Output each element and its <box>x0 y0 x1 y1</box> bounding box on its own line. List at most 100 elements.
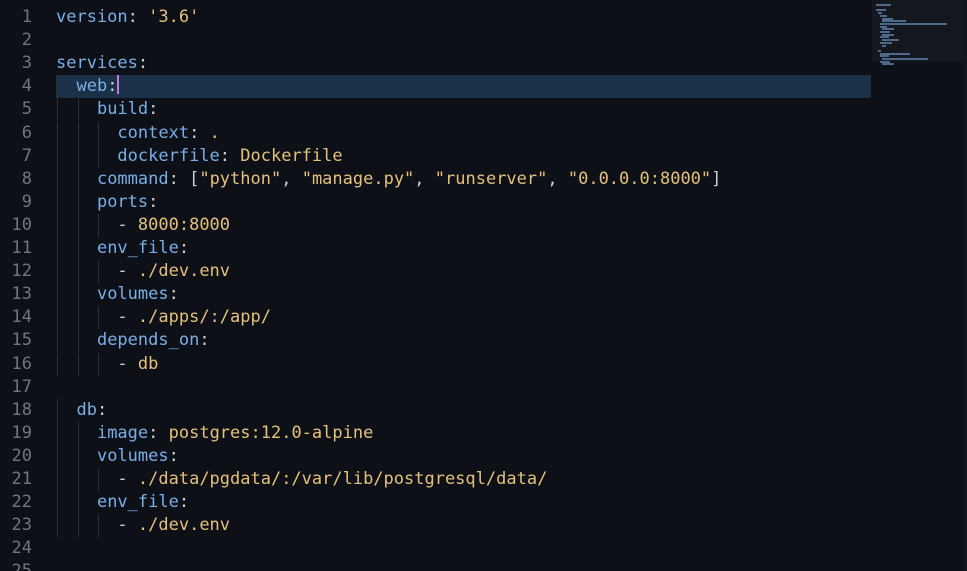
line-number: 9 <box>21 191 32 212</box>
code-line[interactable]: version: '3.6' <box>56 6 199 29</box>
code-line[interactable]: ports: <box>56 191 158 214</box>
indent-guide <box>98 121 99 145</box>
minimap-line <box>878 49 882 52</box>
line-number: 6 <box>21 122 32 143</box>
code-line[interactable]: - 8000:8000 <box>56 214 230 237</box>
indent-guide <box>57 75 58 99</box>
indent-guide <box>77 237 79 261</box>
code-line[interactable]: volumes: <box>56 283 179 306</box>
indent-guide <box>77 167 79 191</box>
line-number: 14 <box>11 307 32 328</box>
code-line[interactable]: - ./dev.env <box>56 514 230 537</box>
code-line[interactable]: env_file: <box>56 237 189 260</box>
code-editor[interactable]: 1234567891011121314151617181920212223242… <box>0 0 967 571</box>
yaml-value: "runserver" <box>434 168 548 189</box>
line-number: 25 <box>0 560 32 571</box>
line-number: 16 <box>11 353 32 374</box>
indent-guide <box>57 468 58 492</box>
code-line[interactable]: - ./data/pgdata/:/var/lib/postgresql/dat… <box>56 468 547 491</box>
minimap[interactable] <box>876 4 964 74</box>
yaml-value: 8000:8000 <box>137 214 231 235</box>
yaml-key: depends_on <box>96 330 200 351</box>
indent-guide <box>57 514 58 538</box>
line-number: 5 <box>21 99 32 120</box>
indent-guide <box>77 329 79 353</box>
indent-guide <box>57 190 58 214</box>
indent-guide <box>77 121 79 145</box>
indent-guide <box>57 444 58 468</box>
yaml-punctuation: - <box>117 515 138 536</box>
yaml-key: services <box>56 53 138 74</box>
yaml-value: . <box>209 122 220 143</box>
minimap-line <box>878 12 883 15</box>
line-number: 11 <box>11 238 32 258</box>
indent-guide <box>77 213 79 237</box>
yaml-punctuation: : <box>107 76 118 97</box>
yaml-punctuation: : [ <box>168 168 200 189</box>
yaml-punctuation: : <box>127 7 149 27</box>
yaml-punctuation: , <box>547 168 568 189</box>
minimap-line <box>882 28 895 31</box>
minimap-line <box>880 14 887 17</box>
yaml-key: volumes <box>96 445 169 466</box>
yaml-value: "0.0.0.0:8000" <box>567 168 712 189</box>
minimap-line <box>880 36 889 39</box>
indent-guide <box>77 283 79 307</box>
yaml-key: dockerfile <box>117 145 220 166</box>
yaml-punctuation: : <box>137 53 149 74</box>
indent-guide <box>77 260 79 284</box>
indent-guide <box>77 468 79 492</box>
yaml-punctuation: - <box>117 214 138 235</box>
indent-guide <box>57 398 58 422</box>
yaml-value: ./data/pgdata/:/var/lib/postgresql/data/ <box>137 469 548 489</box>
line-number-gutter: 1234567891011121314151617181920212223242… <box>0 0 42 571</box>
code-line[interactable]: command: ["python", "manage.py", "runser… <box>56 168 721 191</box>
yaml-key: env_file <box>96 492 179 513</box>
yaml-punctuation: : <box>189 122 210 143</box>
code-line[interactable]: - db <box>56 353 158 376</box>
yaml-punctuation: : <box>219 145 241 166</box>
minimap-line <box>882 20 907 23</box>
minimap-line <box>882 17 893 20</box>
line-number: 15 <box>11 330 32 351</box>
yaml-punctuation: - <box>117 261 138 282</box>
code-line[interactable]: - ./dev.env <box>56 260 230 283</box>
indent-guide <box>77 190 79 214</box>
yaml-punctuation: : <box>178 492 190 513</box>
indent-guide <box>77 491 79 515</box>
code-line[interactable]: build: <box>56 98 158 121</box>
yaml-key: env_file <box>96 238 179 258</box>
line-number: 21 <box>11 469 32 489</box>
code-line[interactable]: depends_on: <box>56 329 210 352</box>
code-line[interactable]: services: <box>56 52 148 75</box>
minimap-line <box>880 55 889 58</box>
minimap-line <box>880 25 887 28</box>
line-number: 7 <box>21 145 32 166</box>
code-line[interactable]: - ./apps/:/app/ <box>56 306 271 329</box>
yaml-punctuation: : <box>178 238 190 258</box>
yaml-value: postgres:12.0-alpine <box>168 422 374 443</box>
indent-guide <box>77 98 79 122</box>
yaml-punctuation: : <box>148 99 159 120</box>
code-line[interactable]: context: . <box>56 122 220 145</box>
line-number: 2 <box>21 30 32 51</box>
indent-guide <box>98 306 99 330</box>
code-line[interactable]: volumes: <box>56 445 179 468</box>
yaml-value: ./apps/:/app/ <box>137 307 271 328</box>
indent-guide <box>98 213 99 237</box>
code-line[interactable]: web: <box>56 75 120 98</box>
code-line[interactable]: env_file: <box>56 491 189 514</box>
yaml-punctuation: : <box>96 399 108 420</box>
code-line[interactable]: image: postgres:12.0-alpine <box>56 422 373 445</box>
indent-guide <box>57 352 58 376</box>
indent-guide <box>57 213 58 237</box>
code-area[interactable]: version: '3.6' services: web: build: cont… <box>56 0 872 571</box>
yaml-value: "python" <box>199 168 282 189</box>
yaml-punctuation: - <box>117 353 138 374</box>
yaml-value: db <box>137 353 159 374</box>
line-number: 23 <box>11 515 32 536</box>
code-line[interactable]: db: <box>56 399 107 422</box>
line-number: 18 <box>11 399 32 420</box>
indent-guide <box>77 514 79 538</box>
minimap-line <box>880 52 910 55</box>
